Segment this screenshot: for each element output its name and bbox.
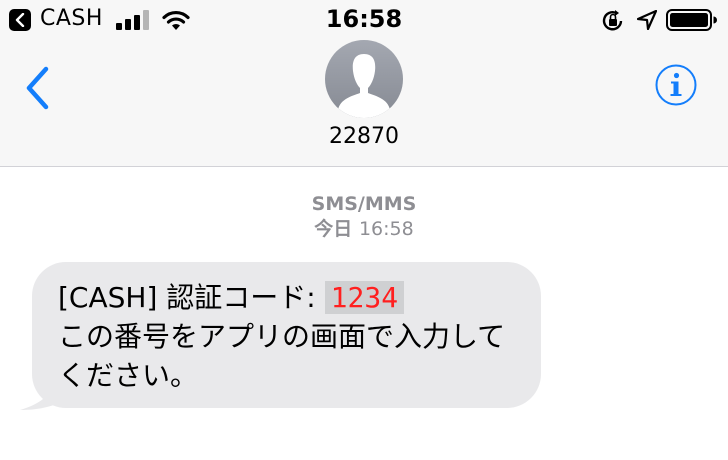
status-bar: CASH 16:58 bbox=[0, 0, 728, 40]
timestamp-day: 今日 bbox=[314, 218, 353, 240]
conversation-header: 22870 bbox=[0, 40, 728, 167]
message-meta: SMS/MMS 今日 16:58 bbox=[0, 192, 728, 242]
location-icon bbox=[637, 10, 657, 30]
chevron-left-icon[interactable] bbox=[22, 64, 56, 112]
person-silhouette-icon bbox=[338, 54, 390, 118]
message-body: この番号をアプリの画面で入力してください。 bbox=[58, 320, 506, 392]
info-icon[interactable] bbox=[654, 63, 698, 107]
message-timestamp: 今日 16:58 bbox=[0, 217, 728, 242]
timestamp-time: 16:58 bbox=[358, 218, 414, 240]
verification-code[interactable]: 1234 bbox=[324, 281, 405, 314]
contact-avatar[interactable] bbox=[325, 40, 403, 118]
message-prefix: [CASH] 認証コード: bbox=[58, 281, 316, 314]
service-label: SMS/MMS bbox=[311, 193, 417, 215]
battery-icon bbox=[666, 9, 717, 31]
incoming-message[interactable]: [CASH] 認証コード: 1234 この番号をアプリの画面で入力してください。 bbox=[18, 262, 546, 412]
contact-name[interactable]: 22870 bbox=[0, 124, 728, 149]
message-text[interactable]: [CASH] 認証コード: 1234 この番号をアプリの画面で入力してください。 bbox=[58, 278, 528, 395]
orientation-lock-icon bbox=[602, 10, 623, 31]
